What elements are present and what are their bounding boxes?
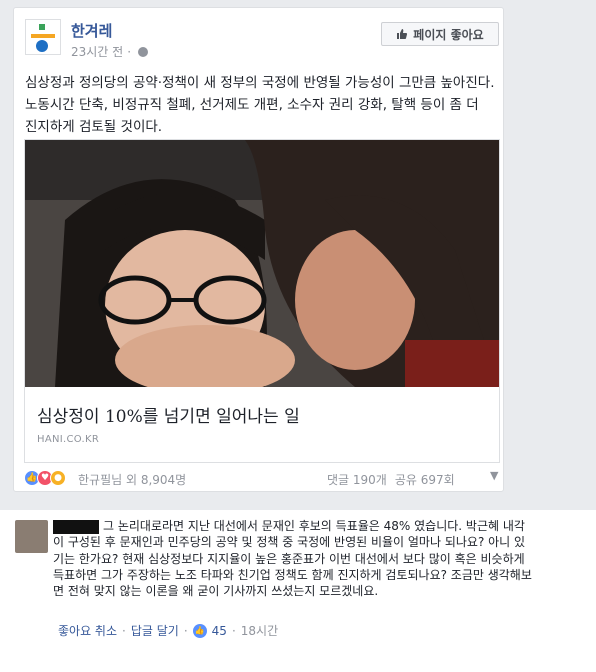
comment-count[interactable]: 댓글 190개 [327, 471, 387, 488]
page-name-link[interactable]: 한겨레 [71, 20, 112, 41]
angry-reaction-icon: ● [50, 470, 66, 486]
comment-text: 그 논리대로라면 지난 대선에서 문재인 후보의 득표율은 48% 였습니다. … [53, 519, 532, 599]
comment-like-count[interactable]: 45 [212, 624, 227, 638]
reactor-summary[interactable]: 한규필님 외 8,904명 [78, 471, 186, 488]
link-preview-image[interactable] [25, 140, 499, 387]
like-page-button[interactable]: 페이지 좋아요 [381, 22, 499, 46]
post-meta: 23시간 전 · [71, 43, 149, 60]
thumbs-up-icon [397, 29, 408, 39]
comment-actions: 좋아요 취소 · 답글 달기 · 👍 45 · 18시간 [58, 622, 279, 639]
post-timestamp[interactable]: 23시간 전 [71, 43, 123, 60]
share-count[interactable]: 공유 697회 [395, 471, 455, 488]
link-preview-card[interactable]: 심상정이 10%를 넘기면 일어나는 일 HANI.CO.KR [24, 139, 500, 463]
link-domain: HANI.CO.KR [37, 434, 100, 445]
globe-icon [138, 46, 149, 57]
page-avatar[interactable] [25, 19, 61, 55]
like-icon: 👍 [192, 623, 207, 638]
post-message: 심상정과 정의당의 공약·정책이 새 정부의 국정에 반영될 가능성이 그만큼 … [25, 75, 495, 135]
reactions-bar: 👍 ♥ ● 한규필님 외 8,904명 댓글 190개 공유 697회 ▼ [24, 469, 498, 489]
unlike-comment-link[interactable]: 좋아요 취소 [58, 622, 117, 639]
commenter-avatar[interactable] [15, 520, 48, 553]
link-title[interactable]: 심상정이 10%를 넘기면 일어나는 일 [37, 402, 300, 427]
comment-body: 그 논리대로라면 지난 대선에서 문재인 후보의 득표율은 48% 였습니다. … [53, 518, 533, 599]
commenter-name-redacted[interactable] [53, 519, 99, 534]
reaction-icons[interactable]: 👍 ♥ ● [24, 470, 66, 486]
reply-link[interactable]: 답글 달기 [131, 622, 179, 639]
comment-timestamp[interactable]: 18시간 [241, 622, 278, 639]
comment: 그 논리대로라면 지난 대선에서 문재인 후보의 득표율은 48% 였습니다. … [0, 510, 596, 672]
news-feed-post: 한겨레 23시간 전 · 페이지 좋아요 심상정과 정의당의 공약·정책이 새 … [13, 7, 504, 492]
chevron-down-icon[interactable]: ▼ [490, 469, 498, 482]
